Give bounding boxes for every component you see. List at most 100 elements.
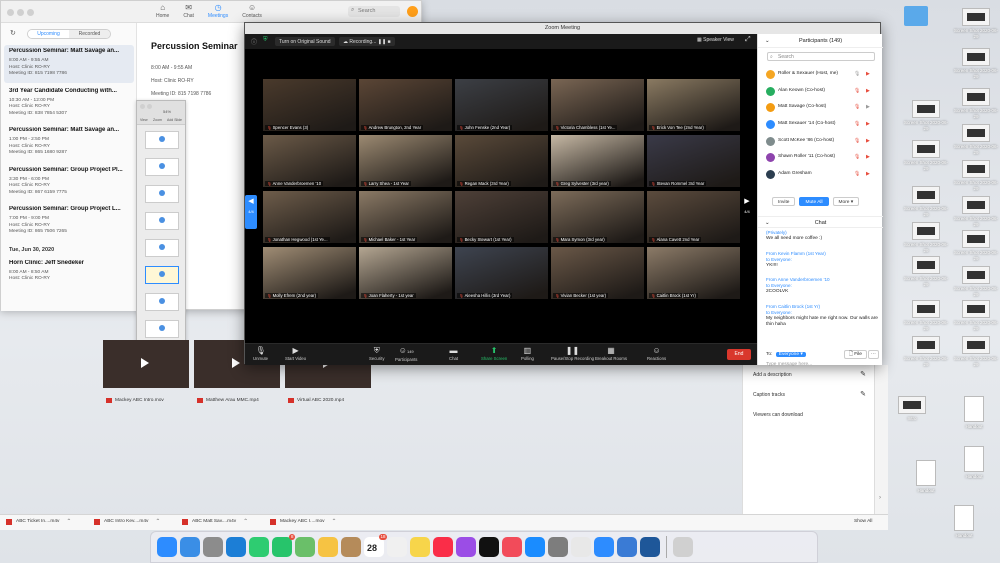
microphone-muted-icon[interactable]: 🎙 [854, 133, 860, 150]
participant-video-tile[interactable]: Regan Mack (3rd Year) [455, 135, 548, 187]
meeting-list-item[interactable]: 3rd Year Candidate Conducting with... 10:… [4, 85, 134, 123]
microphone-icon[interactable]: 🎙 [854, 66, 860, 83]
camera-off-icon[interactable]: ▶ [866, 133, 870, 150]
download-item[interactable]: ABC Matt Sav....m4v ⌃ [182, 519, 248, 525]
chevron-down-icon[interactable]: ⌃ [332, 518, 337, 525]
microphone-muted-icon[interactable]: 🎙 [854, 83, 860, 100]
download-item[interactable]: ABC Intro Kev....m4v ⌃ [94, 519, 160, 525]
participant-video-tile[interactable]: Vivian Becker (1st year) [551, 247, 644, 299]
close-window-button[interactable] [7, 9, 14, 16]
meeting-list-item[interactable]: Percussion Seminar: Matt Savage an... 1:0… [4, 124, 134, 162]
quicktime-icon[interactable] [640, 537, 660, 557]
original-sound-button[interactable]: Turn on Original Sound [275, 37, 335, 46]
video-thumbnail[interactable] [103, 340, 189, 388]
download-item[interactable]: Mackey ABC I....mov ⌃ [270, 519, 337, 525]
messages-icon[interactable]: 8 [272, 534, 295, 557]
desktop-file[interactable]: Screen Shot 2020-06-29 [952, 48, 1000, 80]
participants-button[interactable]: ☺149 Participants [395, 346, 417, 362]
tv-icon[interactable] [479, 537, 499, 557]
start-video-button[interactable]: ▶ Start Video [285, 346, 306, 361]
chevron-down-icon[interactable]: ⌄ [765, 34, 770, 48]
unmute-button[interactable]: 🎙 Unmute [253, 346, 268, 361]
minimize-window-button[interactable] [147, 104, 152, 109]
desktop-file[interactable]: Screen Shot 2020-06-29 [952, 196, 1000, 228]
reactions-button[interactable]: ☺ Reactions [647, 346, 666, 361]
slide-thumbnail[interactable] [145, 131, 179, 149]
view-button[interactable]: View [140, 118, 148, 122]
news-icon[interactable] [502, 537, 522, 557]
search-input[interactable]: ⌕ Search [348, 6, 400, 17]
participant-row[interactable]: Scott McKee '86 (Co-host) 🎙 ▶ [766, 133, 878, 150]
participant-video-tile[interactable]: Becky Stewart (1st Year) [455, 191, 548, 243]
toolbar-item-home[interactable]: ⌂ Home [156, 3, 169, 19]
desktop-file[interactable]: Screen Shot 2020-06-29 [952, 300, 1000, 332]
participant-video-tile[interactable]: Andrew Brungton, 2nd Year [359, 79, 452, 131]
stop-icon[interactable]: ■ [388, 39, 391, 45]
meeting-list-item[interactable]: Horn Clinic: Jeff Snedeker 8:00 AM - 8:50… [4, 257, 134, 288]
photos-icon[interactable] [318, 537, 338, 557]
toolbar-item-contacts[interactable]: ☺ Contacts [242, 3, 262, 19]
slide-thumbnail[interactable] [145, 293, 179, 311]
toolbar-item-meetings[interactable]: ◷ Meetings [208, 3, 228, 19]
participant-video-tile[interactable]: Aleesha Hillis (3rd Year) [455, 247, 548, 299]
tab-upcoming[interactable]: Upcoming [28, 30, 69, 38]
slide-thumbnail[interactable] [145, 266, 179, 284]
microphone-muted-icon[interactable]: 🎙 [854, 99, 860, 116]
desktop-file[interactable]: Screen Shot 2020-06-29 [902, 336, 950, 368]
system-preferences-icon[interactable] [548, 537, 568, 557]
safari-icon[interactable] [157, 537, 177, 557]
participant-video-tile[interactable]: Jonathan Hegwood (1st Ye... [263, 191, 356, 243]
invite-button[interactable]: Invite [772, 197, 796, 206]
next-page-button[interactable]: ▶ 4/4 [741, 195, 753, 229]
notes-icon[interactable] [410, 537, 430, 557]
slide-thumbnail[interactable] [145, 320, 179, 338]
chevron-right-icon[interactable]: › [879, 495, 881, 501]
finder-icon[interactable] [180, 537, 200, 557]
tab-recorded[interactable]: Recorded [69, 30, 110, 38]
participant-row[interactable]: Adam Gresham 🎙 ▶ [766, 166, 878, 183]
desktop-file[interactable]: Handout [950, 396, 998, 430]
show-all-button[interactable]: Show All [854, 519, 872, 524]
participant-row[interactable]: Roller & Sexauer (Host, me) 🎙 ▶ [766, 66, 878, 83]
participant-row[interactable]: Shawn Roller '11 (Co-host) 🎙 ▶ [766, 149, 878, 166]
recipient-dropdown[interactable]: Everyone ▾ [775, 352, 806, 357]
fullscreen-icon[interactable]: ⤢ [745, 36, 751, 44]
reminders-icon[interactable] [387, 537, 407, 557]
caption-tracks-row[interactable]: Caption tracks ✎ [743, 385, 874, 405]
video-file[interactable]: Mackey ABC Intro.mov [103, 340, 189, 403]
breakout-rooms-button[interactable]: ▦ Breakout Rooms [595, 346, 627, 361]
desktop-file[interactable]: Screen Shot 2020-06-29 [902, 222, 950, 254]
microphone-muted-icon[interactable]: 🎙 [854, 166, 860, 183]
pencil-icon[interactable]: ✎ [860, 390, 866, 398]
slide-thumbnail[interactable] [145, 158, 179, 176]
participant-video-tile[interactable]: Stevan Rommel 3rd Year [647, 135, 740, 187]
slide-thumbnail[interactable] [145, 212, 179, 230]
participant-search-input[interactable]: ⌕ Search [767, 52, 875, 61]
polling-button[interactable]: ▥ Polling [521, 346, 534, 361]
desktop-file[interactable]: Screen Shot 2020-06-29 [952, 8, 1000, 40]
meeting-list-item[interactable]: Percussion Seminar: Matt Savage an... 8:0… [4, 45, 134, 83]
download-item[interactable]: ABC Ticket In....m4v ⌃ [6, 519, 71, 525]
keynote-icon[interactable] [617, 537, 637, 557]
chat-input[interactable]: Type message here... [766, 362, 876, 367]
maps-icon[interactable] [295, 537, 315, 557]
more-button[interactable]: More ▾ [832, 197, 860, 206]
slide-thumbnail[interactable] [145, 239, 179, 257]
add-slide-button[interactable]: Add Slide [167, 118, 182, 122]
end-meeting-button[interactable]: End [727, 349, 751, 360]
speaker-view-button[interactable]: ▦ Speaker View [697, 37, 734, 43]
toolbar-item-chat[interactable]: ✉ Chat [183, 3, 194, 19]
participant-video-tile[interactable]: John Fenske (2nd Year) [455, 79, 548, 131]
chrome-icon[interactable] [571, 537, 591, 557]
camera-off-icon[interactable]: ▶ [866, 66, 870, 83]
chat-more-button[interactable]: ··· [868, 350, 879, 359]
scrollbar[interactable]: › [874, 365, 888, 515]
chevron-down-icon[interactable]: ⌃ [155, 518, 160, 525]
participant-video-tile[interactable]: Alana Cavett 2nd Year [647, 191, 740, 243]
desktop-file[interactable]: Screen Shot 2020-06-29 [952, 124, 1000, 156]
desktop-file[interactable]: Screen Shot 2020-06-29 [902, 100, 950, 132]
participant-video-tile[interactable]: Spencer Evans (3) [263, 79, 356, 131]
meeting-list-item[interactable]: Percussion Seminar: Group Project Pl... 3… [4, 164, 134, 202]
shield-icon[interactable]: ⛨ [263, 37, 268, 44]
chevron-down-icon[interactable]: ⌃ [66, 518, 71, 525]
